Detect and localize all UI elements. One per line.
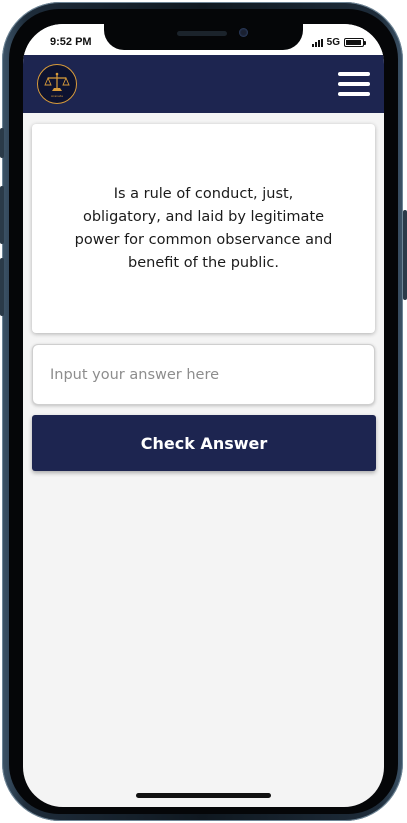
notch: [104, 24, 303, 50]
hamburger-menu-icon[interactable]: [338, 72, 370, 96]
check-answer-button[interactable]: Check Answer: [32, 415, 376, 471]
side-button: [0, 258, 4, 316]
speaker-grille: [177, 31, 227, 36]
camera-icon: [239, 28, 248, 37]
question-card: Is a rule of conduct, just, obligatory, …: [32, 124, 375, 333]
network-label: 5G: [326, 37, 340, 48]
home-indicator[interactable]: [136, 793, 271, 798]
status-indicators: 5G: [311, 37, 366, 48]
status-time: 9:52 PM: [50, 36, 92, 48]
signal-icon: [311, 38, 323, 47]
side-button: [0, 128, 4, 158]
phone-screen: 9:52 PM 5G Araneta Is a rule of conduct,…: [23, 24, 384, 807]
logo-text: Araneta: [51, 94, 63, 98]
side-button: [0, 186, 4, 244]
question-text: Is a rule of conduct, just, obligatory, …: [74, 185, 333, 271]
side-button: [403, 210, 407, 300]
logo-icon[interactable]: Araneta: [37, 64, 77, 104]
answer-input[interactable]: [32, 344, 375, 405]
app-header: Araneta: [23, 55, 384, 113]
battery-icon: [344, 38, 366, 47]
scales-of-justice-icon: Araneta: [44, 72, 70, 98]
